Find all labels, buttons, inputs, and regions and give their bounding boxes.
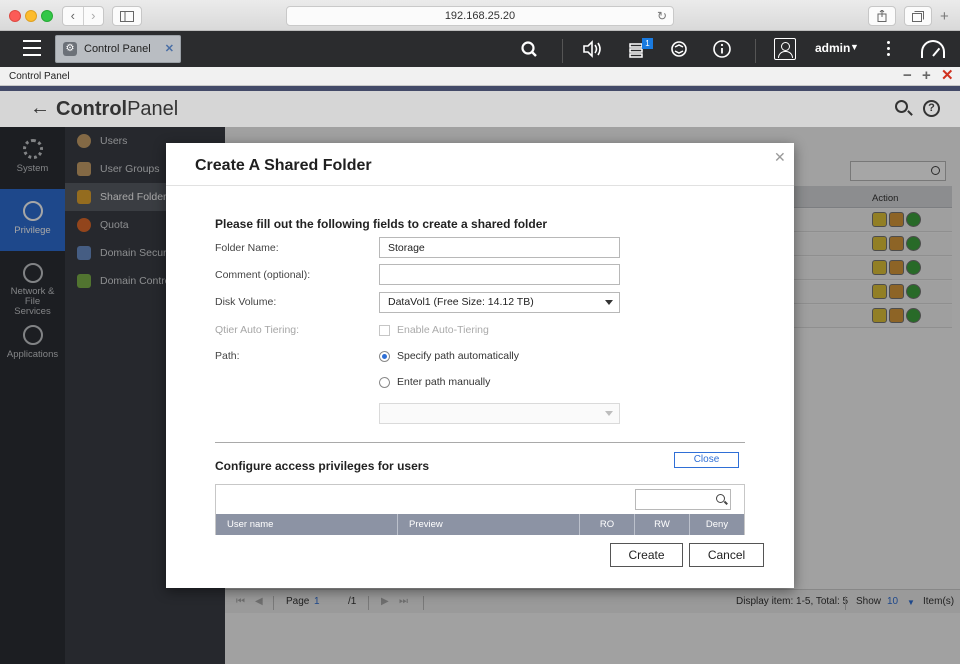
path-label: Path: [215,350,240,362]
minimize-window-button[interactable] [25,10,37,22]
disk-volume-value: DataVol1 (Free Size: 14.12 TB) [388,296,534,308]
col-ro[interactable]: RO [580,514,635,535]
info-icon[interactable] [710,39,734,59]
window-title-bar: Control Panel − + ✕ [0,67,960,86]
manual-path-select [379,403,620,424]
control-panel-gear-icon: ⚙ [63,42,77,56]
form-intro: Please fill out the following fields to … [215,217,548,231]
tabs-icon [912,10,924,22]
path-manual-label: Enter path manually [397,376,491,388]
create-button[interactable]: Create [610,543,683,567]
close-privileges-button[interactable]: Close [674,452,739,468]
cancel-button[interactable]: Cancel [689,543,764,567]
dialog-title: Create A Shared Folder [195,157,372,174]
sync-icon[interactable] [667,39,691,59]
user-avatar-icon[interactable] [774,38,796,60]
col-preview[interactable]: Preview [398,514,580,535]
radio-selected-icon [379,350,390,362]
folder-name-input[interactable] [379,237,620,258]
url-text: 192.168.25.20 [444,10,516,22]
path-manual-radio[interactable]: Enter path manually [379,376,490,388]
notification-badge: 1 [642,38,653,49]
qts-top-bar: ⚙ Control Panel ✕ 1 admin ▼ [0,31,960,67]
disk-volume-select[interactable]: DataVol1 (Free Size: 14.12 TB) [379,292,620,313]
comment-input[interactable] [379,264,620,285]
dialog-close-icon[interactable]: ✕ [774,149,786,166]
enable-auto-tiering-checkbox[interactable]: Enable Auto-Tiering [379,324,489,336]
browser-toolbar: ‹ › 192.168.25.20 ↻ + [0,0,960,31]
app-tab-close-icon[interactable]: ✕ [165,42,174,55]
col-user-name[interactable]: User name [216,514,398,535]
help-icon[interactable]: ? [923,100,940,117]
search-icon[interactable] [895,100,908,113]
zoom-window-button[interactable] [41,10,53,22]
show-tabs-button[interactable] [904,6,932,26]
control-panel-header: ← ControlPanel ? [0,91,960,127]
checkbox-icon [379,324,390,336]
folder-name-label: Folder Name: [215,242,279,254]
main-menu-icon[interactable] [23,40,41,56]
radio-unselected-icon [379,376,390,388]
dialog-title-divider [166,185,794,186]
user-name[interactable]: admin [815,41,850,55]
auto-tiering-label: Enable Auto-Tiering [397,324,489,336]
disk-volume-label: Disk Volume: [215,296,277,308]
search-icon [716,494,725,503]
chevron-down-icon [605,300,613,305]
window-minimize-icon[interactable]: − [903,68,912,84]
dashboard-gauge-icon[interactable] [921,40,945,58]
qtier-label: Qtier Auto Tiering: [215,324,300,336]
user-menu-caret-icon[interactable]: ▼ [850,42,859,52]
create-shared-folder-dialog: Create A Shared Folder ✕ Please fill out… [166,143,794,588]
reload-icon[interactable]: ↻ [657,7,667,25]
path-auto-label: Specify path automatically [397,350,519,362]
toolbar-separator [562,39,563,63]
toolbar-separator [755,39,756,63]
window-maximize-icon[interactable]: + [922,68,931,84]
sidebar-toggle-button[interactable] [112,6,142,26]
app-tab-control-panel[interactable]: ⚙ Control Panel ✕ [55,35,181,63]
search-icon[interactable] [518,39,542,59]
back-arrow-icon[interactable]: ‹ [63,7,83,25]
forward-arrow-icon[interactable]: › [82,7,104,25]
control-panel-title: ControlPanel [56,98,179,120]
sidebar-icon [120,10,134,22]
share-button[interactable] [868,6,896,26]
col-rw[interactable]: RW [635,514,690,535]
col-deny[interactable]: Deny [690,514,744,535]
path-auto-radio[interactable]: Specify path automatically [379,350,519,362]
share-icon [877,10,887,22]
window-close-icon[interactable]: ✕ [941,68,954,84]
chevron-down-icon [605,411,613,416]
user-search-input[interactable] [635,489,731,510]
user-privileges-table: User name Preview RO RW Deny [215,484,745,535]
new-tab-icon[interactable]: + [940,8,949,25]
back-forward-group: ‹ › [62,6,104,26]
section-divider [215,442,745,443]
address-bar[interactable]: 192.168.25.20 ↻ [286,6,674,26]
app-tab-label: Control Panel [84,43,151,55]
window-title: Control Panel [9,71,70,82]
user-table-header: User name Preview RO RW Deny [216,514,744,535]
volume-icon[interactable] [581,39,605,59]
back-arrow-icon[interactable]: ← [30,97,50,120]
comment-label: Comment (optional): [215,269,311,281]
more-options-icon[interactable] [887,41,891,59]
close-window-button[interactable] [9,10,21,22]
privileges-title: Configure access privileges for users [215,459,430,473]
